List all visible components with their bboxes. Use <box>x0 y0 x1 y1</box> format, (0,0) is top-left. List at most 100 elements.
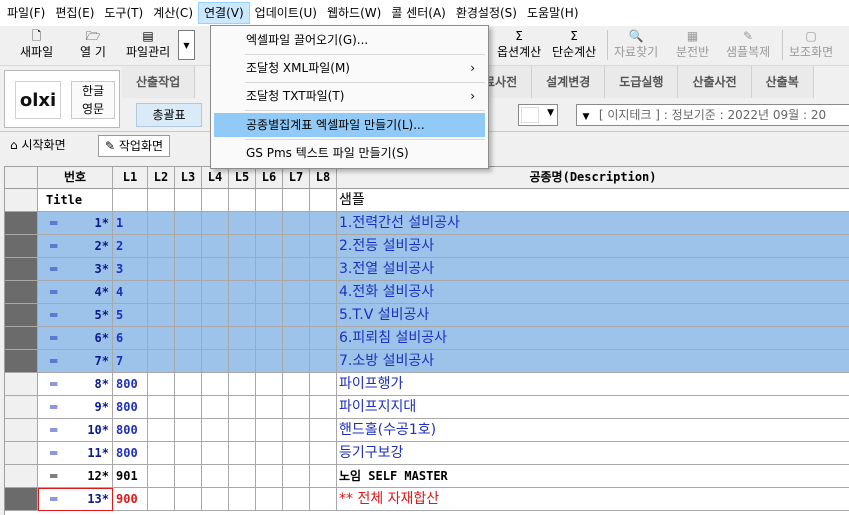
row-l6[interactable] <box>256 189 283 212</box>
row-l1[interactable]: 800 <box>113 373 148 396</box>
row-l5[interactable] <box>229 350 256 373</box>
row-l7[interactable] <box>283 373 310 396</box>
row-l8[interactable] <box>310 212 337 235</box>
language-toggle[interactable]: 한글 영문 <box>71 81 115 119</box>
row-l5[interactable] <box>229 465 256 488</box>
row-l6[interactable] <box>256 258 283 281</box>
row-l8[interactable] <box>310 235 337 258</box>
menu-help[interactable]: 도움말(H) <box>522 2 584 24</box>
row-l5[interactable] <box>229 189 256 212</box>
row-l6[interactable] <box>256 212 283 235</box>
table-row[interactable]: ═ 13* 900 ** 전체 자재합산 <box>5 488 849 511</box>
row-description[interactable]: 3.전열 설비공사 <box>337 258 849 281</box>
row-l6[interactable] <box>256 396 283 419</box>
row-selector[interactable] <box>5 304 38 327</box>
row-l8[interactable] <box>310 465 337 488</box>
row-l1[interactable]: 2 <box>113 235 148 258</box>
row-l4[interactable] <box>202 488 229 511</box>
row-l6[interactable] <box>256 281 283 304</box>
row-l1[interactable]: 3 <box>113 258 148 281</box>
row-l8[interactable] <box>310 373 337 396</box>
row-l1[interactable]: 7 <box>113 350 148 373</box>
row-l4[interactable] <box>202 327 229 350</box>
simple-calc-button[interactable]: Σ 단순계산 <box>552 28 596 64</box>
row-l2[interactable] <box>148 419 175 442</box>
row-l6[interactable] <box>256 373 283 396</box>
row-l4[interactable] <box>202 281 229 304</box>
row-l5[interactable] <box>229 281 256 304</box>
row-l2[interactable] <box>148 212 175 235</box>
menu-call-center[interactable]: 콜 센터(A) <box>386 2 451 24</box>
header-l3[interactable]: L3 <box>175 167 202 189</box>
row-l2[interactable] <box>148 373 175 396</box>
row-l3[interactable] <box>175 396 202 419</box>
table-row[interactable]: ═ 8* 800 파이프행가 <box>5 373 849 396</box>
row-l3[interactable] <box>175 442 202 465</box>
table-row[interactable]: ═ 11* 800 등기구보강 <box>5 442 849 465</box>
row-description[interactable]: 등기구보강 <box>337 442 849 465</box>
row-number[interactable]: ═ 2* <box>38 235 113 258</box>
start-screen-button[interactable]: ⌂ 시작화면 <box>4 135 72 157</box>
row-l1[interactable]: 800 <box>113 442 148 465</box>
row-number[interactable]: ═ 6* <box>38 327 113 350</box>
row-l4[interactable] <box>202 304 229 327</box>
row-l4[interactable] <box>202 235 229 258</box>
header-l1[interactable]: L1 <box>113 167 148 189</box>
row-l5[interactable] <box>229 212 256 235</box>
row-l6[interactable] <box>256 465 283 488</box>
row-l7[interactable] <box>283 442 310 465</box>
row-l6[interactable] <box>256 304 283 327</box>
row-l8[interactable] <box>310 281 337 304</box>
row-l8[interactable] <box>310 304 337 327</box>
aux-screen-button[interactable]: ▢ 보조화면 <box>789 28 833 64</box>
row-l4[interactable] <box>202 419 229 442</box>
row-l5[interactable] <box>229 419 256 442</box>
row-description[interactable]: 노임 SELF MASTER <box>337 465 849 488</box>
sample-copy-button[interactable]: ✎ 샘플복제 <box>726 28 770 64</box>
header-number[interactable]: 번호 <box>38 167 113 189</box>
row-l6[interactable] <box>256 235 283 258</box>
header-l5[interactable]: L5 <box>229 167 256 189</box>
row-l3[interactable] <box>175 212 202 235</box>
table-row[interactable]: ═ 4* 4 4.전화 설비공사 <box>5 281 849 304</box>
row-l6[interactable] <box>256 442 283 465</box>
menu-item-import-excel[interactable]: 엑셀파일 끌어오기(G)... <box>214 28 485 52</box>
row-l5[interactable] <box>229 373 256 396</box>
row-l4[interactable] <box>202 442 229 465</box>
summary-button[interactable]: 총괄표 <box>136 103 202 127</box>
row-l8[interactable] <box>310 189 337 212</box>
menu-calc[interactable]: 계산(C) <box>148 2 198 24</box>
row-number[interactable]: ═ 8* <box>38 373 113 396</box>
row-l1[interactable]: 4 <box>113 281 148 304</box>
header-l7[interactable]: L7 <box>283 167 310 189</box>
tab-design-change[interactable]: 설계변경 <box>532 66 606 98</box>
row-l6[interactable] <box>256 327 283 350</box>
row-l5[interactable] <box>229 304 256 327</box>
row-l2[interactable] <box>148 442 175 465</box>
row-l2[interactable] <box>148 465 175 488</box>
row-l6[interactable] <box>256 350 283 373</box>
menu-tools[interactable]: 도구(T) <box>99 2 148 24</box>
row-l7[interactable] <box>283 281 310 304</box>
row-l1[interactable]: 800 <box>113 396 148 419</box>
row-l4[interactable] <box>202 258 229 281</box>
row-l2[interactable] <box>148 304 175 327</box>
row-l5[interactable] <box>229 488 256 511</box>
row-l3[interactable] <box>175 189 202 212</box>
row-number[interactable]: Title <box>38 189 113 212</box>
table-row[interactable]: ═ 6* 6 6.피뢰침 설비공사 <box>5 327 849 350</box>
tab-contract-exec[interactable]: 도급실행 <box>605 66 679 98</box>
tab-calc-copy[interactable]: 산출복 <box>751 66 814 98</box>
row-l1[interactable]: 800 <box>113 419 148 442</box>
table-row-title[interactable]: Title 샘플 <box>5 189 849 212</box>
row-l6[interactable] <box>256 488 283 511</box>
row-selector[interactable] <box>5 465 38 488</box>
row-l3[interactable] <box>175 488 202 511</box>
open-button[interactable]: 🗁 열 기 <box>80 28 106 64</box>
row-number[interactable]: ═ 7* <box>38 350 113 373</box>
menu-update[interactable]: 업데이트(U) <box>250 2 322 24</box>
row-l2[interactable] <box>148 488 175 511</box>
row-l3[interactable] <box>175 258 202 281</box>
row-l2[interactable] <box>148 350 175 373</box>
row-l2[interactable] <box>148 189 175 212</box>
